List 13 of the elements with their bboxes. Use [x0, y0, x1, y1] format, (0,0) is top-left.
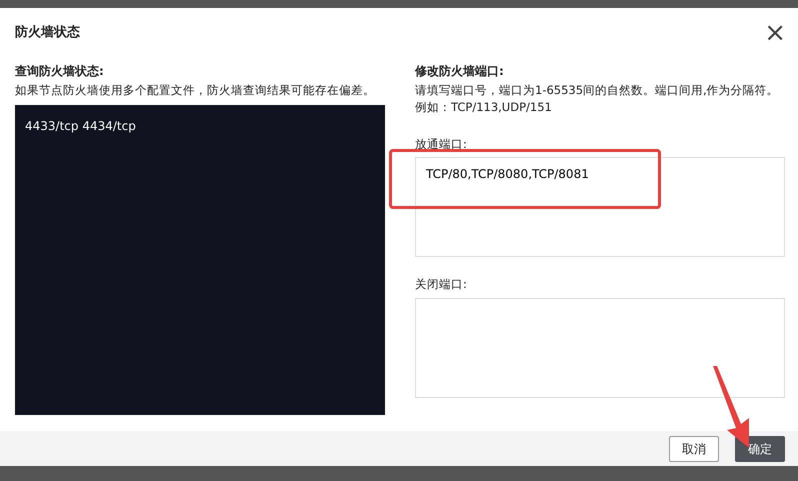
cancel-button[interactable]: 取消	[669, 436, 719, 462]
dialog-title: 防火墙状态	[15, 24, 80, 42]
section-note: 如果节点防火墙使用多个配置文件，防火墙查询结果可能存在偏差。	[15, 82, 376, 99]
field-label: 放通端口:	[415, 136, 468, 153]
terminal-output: 4433/tcp 4434/tcp	[15, 105, 385, 415]
port-field[interactable]	[415, 298, 785, 398]
confirm-button[interactable]: 确定	[735, 436, 785, 462]
port-field[interactable]: TCP/80,TCP/8080,TCP/8081	[415, 157, 785, 258]
section-heading: 查询防火墙状态:	[15, 63, 105, 80]
section-note: 请填写端口号，端口为1-65535间的自然数。端口间用,作为分隔符。例如：TCP/113,UDP/151	[415, 82, 780, 116]
close-button[interactable]: ×	[764, 20, 786, 46]
field-label: 关闭端口:	[415, 276, 468, 294]
section-heading: 修改防火墙端口:	[415, 63, 505, 80]
